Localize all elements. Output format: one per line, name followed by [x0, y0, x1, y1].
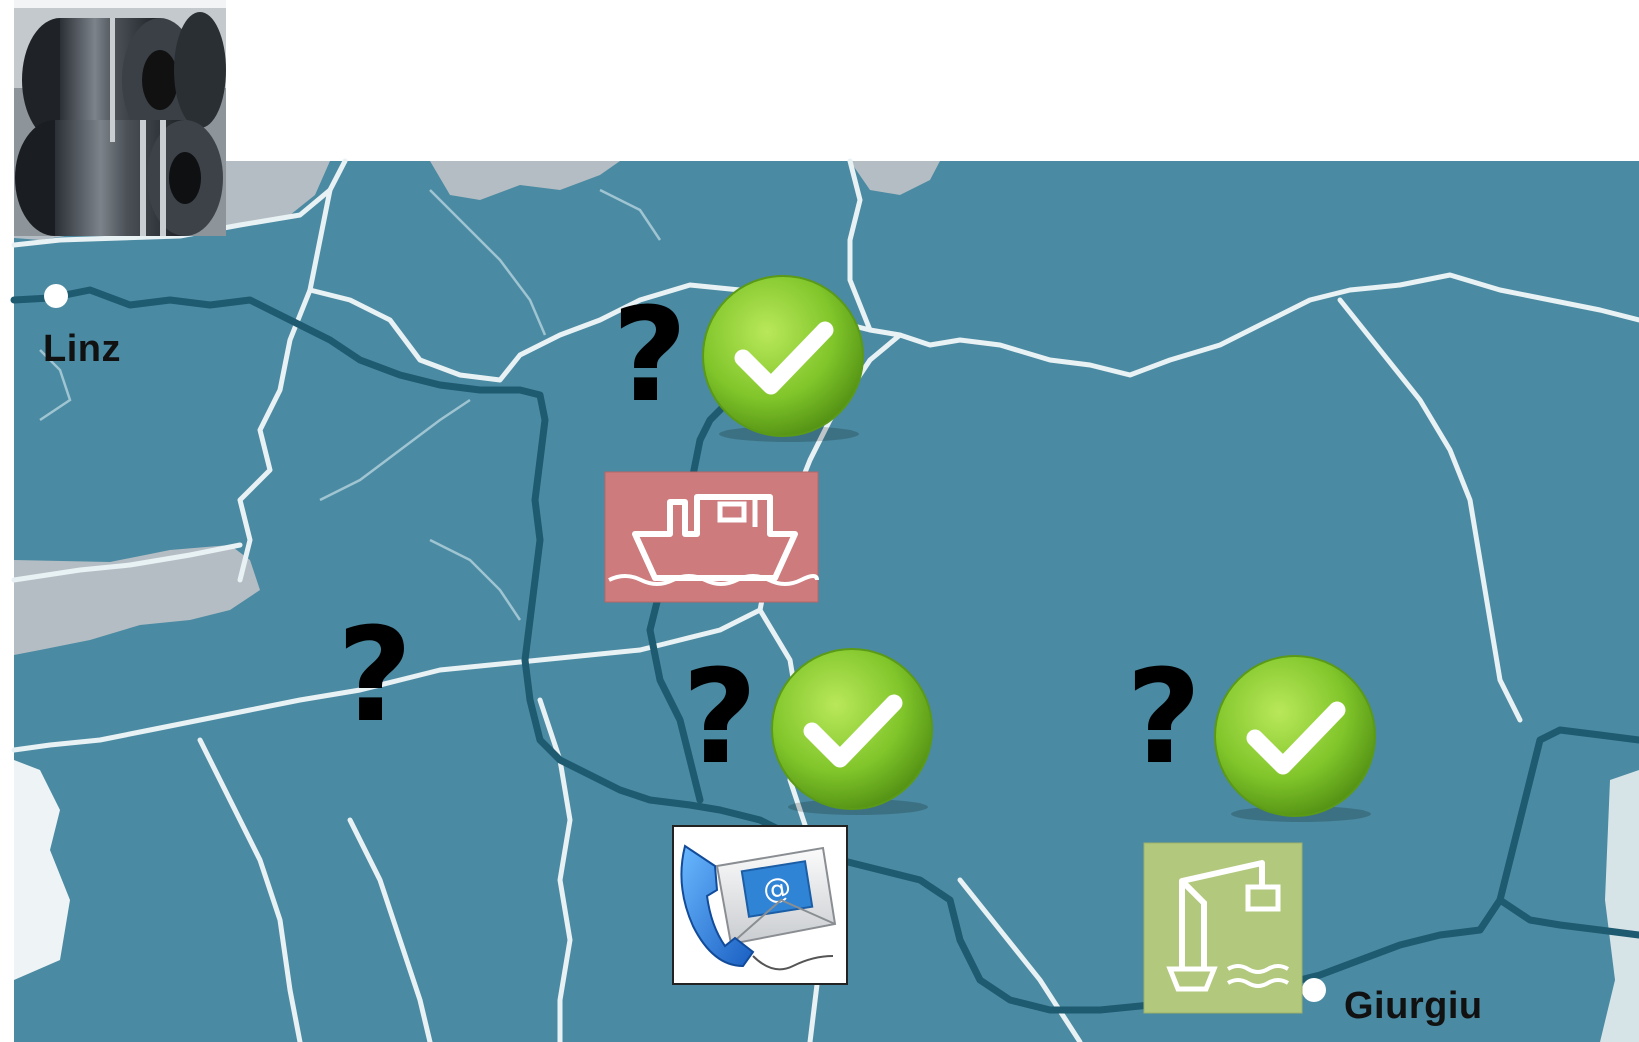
- port-crane-icon: [1143, 842, 1303, 1014]
- phone-email-icon: @: [672, 825, 848, 985]
- question-mark: ?: [337, 599, 413, 751]
- question-mark: ?: [612, 279, 688, 431]
- ship-icon: [604, 471, 819, 603]
- destination-marker: [1302, 978, 1326, 1002]
- origin-marker: [44, 284, 68, 308]
- steel-coils-photo: [14, 0, 226, 236]
- map-canvas: @: [10, 0, 1639, 1042]
- svg-text:@: @: [761, 870, 794, 907]
- question-mark: ?: [1126, 641, 1202, 793]
- origin-city-label: Linz: [43, 328, 121, 370]
- destination-city-label: Giurgiu: [1344, 985, 1483, 1027]
- question-mark: ?: [682, 641, 758, 793]
